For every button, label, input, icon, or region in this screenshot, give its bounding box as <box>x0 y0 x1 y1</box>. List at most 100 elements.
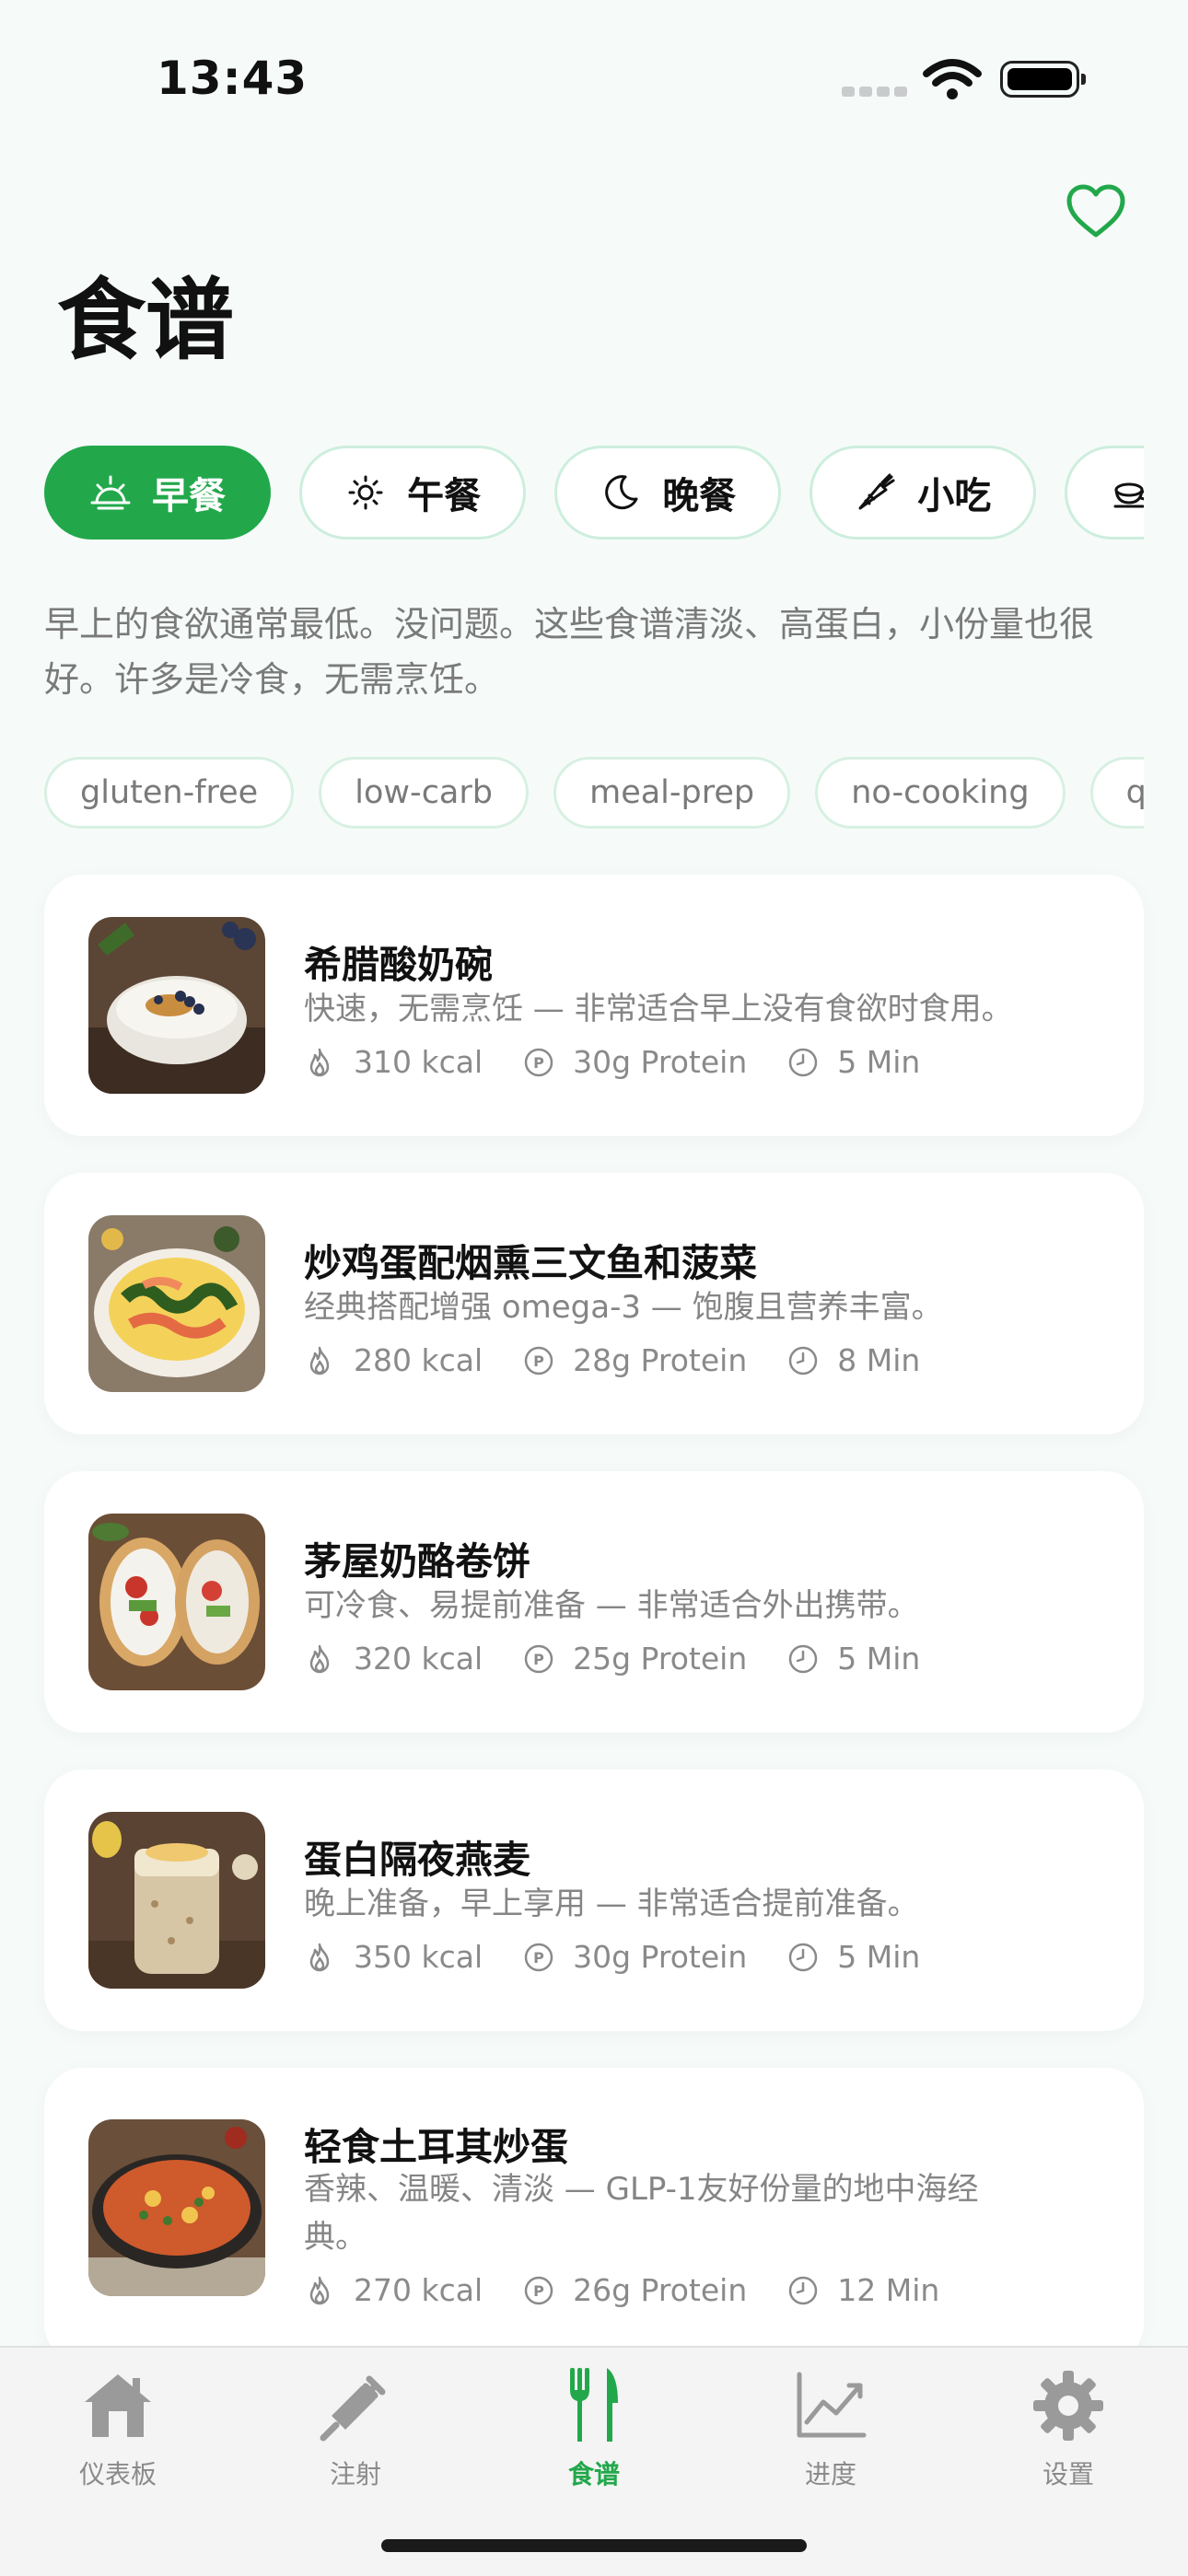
recipe-stats: 270 kcal P 26g Protein 12 Min <box>304 2272 980 2308</box>
recipe-title: 轻食土耳其炒蛋 <box>304 2125 568 2169</box>
flame-icon <box>304 1643 335 1675</box>
recipe-protein: 30g Protein <box>573 1939 748 1975</box>
recipe-image <box>88 917 265 1094</box>
recipe-time: 5 Min <box>837 1641 921 1677</box>
svg-text:P: P <box>533 2282 544 2300</box>
protein-icon: P <box>523 1643 554 1675</box>
recipe-kcal: 320 kcal <box>354 1641 483 1677</box>
wifi-icon <box>923 59 982 105</box>
page-title: 食谱 <box>57 269 234 372</box>
recipe-stats: 320 kcal P 25g Protein 5 Min <box>304 1641 961 1677</box>
meal-type-tabs: 早餐 午餐 晚餐 小吃 <box>44 446 1144 541</box>
recipe-title: 炒鸡蛋配烟熏三文鱼和菠菜 <box>304 1241 757 1285</box>
tab-label: 晚餐 <box>662 475 737 517</box>
tab-label: 食谱 <box>567 2459 620 2489</box>
tab-dinner[interactable]: 晚餐 <box>554 446 782 540</box>
category-description: 早上的食欲通常最低。没问题。这些食谱清淡、高蛋白，小份量也很好。许多是冷食，无需… <box>44 604 1095 700</box>
tag-low-carb[interactable]: low-carb <box>319 757 529 829</box>
tab-recipes[interactable]: 食谱 <box>502 2366 686 2491</box>
svg-text:P: P <box>533 1651 544 1668</box>
clock-icon <box>787 2275 819 2306</box>
recipe-kcal: 310 kcal <box>354 1044 483 1080</box>
tag-quick[interactable]: qu <box>1089 757 1144 829</box>
cellular-signal-icon <box>842 83 912 100</box>
chart-icon <box>739 2366 923 2445</box>
recipe-time: 5 Min <box>837 1939 921 1975</box>
protein-icon: P <box>523 2275 554 2306</box>
recipe-title: 蛋白隔夜燕麦 <box>304 1838 530 1882</box>
home-icon <box>26 2366 210 2445</box>
clock-icon <box>787 1047 819 1078</box>
gear-icon <box>976 2366 1160 2445</box>
tab-label: 进度 <box>804 2459 856 2489</box>
recipe-title: 希腊酸奶碗 <box>304 943 493 987</box>
clock-icon <box>787 1643 819 1675</box>
recipe-kcal: 270 kcal <box>354 2272 483 2308</box>
battery-icon <box>1000 61 1086 98</box>
tab-label: 午餐 <box>407 475 482 517</box>
recipe-image <box>88 1514 265 1690</box>
recipe-title: 茅屋奶酪卷饼 <box>304 1539 530 1584</box>
sun-icon <box>344 471 387 514</box>
recipe-protein: 30g Protein <box>573 1044 748 1080</box>
home-indicator <box>381 2539 807 2552</box>
clock-icon <box>787 1942 819 1973</box>
recipe-description: 经典搭配增强 omega-3 — 饱腹且营养丰富。 <box>304 1289 943 1326</box>
protein-icon: P <box>523 1345 554 1376</box>
moon-icon <box>600 471 642 514</box>
tag-no-cooking[interactable]: no-cooking <box>815 757 1066 829</box>
flame-icon <box>304 1942 335 1973</box>
recipe-time: 12 Min <box>837 2272 940 2308</box>
tag-meal-prep[interactable]: meal-prep <box>553 757 791 829</box>
tab-breakfast[interactable]: 早餐 <box>44 446 271 540</box>
sunrise-icon <box>89 471 132 514</box>
svg-text:P: P <box>533 1054 544 1072</box>
recipe-description: 香辣、温暖、清淡 — GLP-1友好份量的地中海经典。 <box>304 2171 979 2256</box>
recipe-card[interactable]: 茅屋奶酪卷饼 可冷食、易提前准备 — 非常适合外出携带。 320 kcal P 2… <box>44 1471 1144 1733</box>
protein-icon: P <box>523 1047 554 1078</box>
tab-drinks[interactable] <box>1065 446 1144 540</box>
recipe-card[interactable]: 蛋白隔夜燕麦 晚上准备，早上享用 — 非常适合提前准备。 350 kcal P3… <box>44 1770 1144 2031</box>
tab-settings[interactable]: 设置 <box>976 2366 1160 2491</box>
recipe-card[interactable]: 炒鸡蛋配烟熏三文鱼和菠菜 经典搭配增强 omega-3 — 饱腹且营养丰富。 2… <box>44 1173 1144 1434</box>
tab-progress[interactable]: 进度 <box>739 2366 923 2491</box>
tab-label: 仪表板 <box>78 2459 157 2489</box>
recipe-time: 8 Min <box>837 1342 921 1378</box>
recipe-description: 快速，无需烹饪 — 非常适合早上没有食欲时食用。 <box>304 991 1013 1027</box>
tab-injection[interactable]: 注射 <box>263 2366 448 2491</box>
svg-text:P: P <box>533 1949 544 1967</box>
tab-snack[interactable]: 小吃 <box>809 446 1037 540</box>
tab-label: 注射 <box>329 2459 381 2489</box>
status-bar: 13:43 <box>0 0 1188 147</box>
recipe-image <box>88 2119 265 2296</box>
fork-knife-icon <box>502 2366 686 2445</box>
tab-dashboard[interactable]: 仪表板 <box>26 2366 210 2491</box>
tab-label: 设置 <box>1042 2459 1094 2489</box>
carrot-icon <box>855 471 897 514</box>
flame-icon <box>304 1047 335 1078</box>
recipe-card[interactable]: 轻食土耳其炒蛋 香辣、温暖、清淡 — GLP-1友好份量的地中海经典。 270 … <box>44 2068 1144 2362</box>
syringe-icon <box>263 2366 448 2445</box>
cup-icon <box>1110 471 1144 514</box>
recipe-stats: 280 kcal P 28g Protein 8 Min <box>304 1342 961 1378</box>
recipe-card[interactable]: 希腊酸奶碗 快速，无需烹饪 — 非常适合早上没有食欲时食用。 310 kcal … <box>44 875 1144 1136</box>
flame-icon <box>304 2275 335 2306</box>
protein-icon: P <box>523 1942 554 1973</box>
recipe-protein: 26g Protein <box>573 2272 748 2308</box>
recipe-stats: 350 kcal P 30g Protein 5 Min <box>304 1939 961 1975</box>
recipe-protein: 25g Protein <box>573 1641 748 1677</box>
recipe-time: 5 Min <box>837 1044 921 1080</box>
recipe-protein: 28g Protein <box>573 1342 748 1378</box>
tab-label: 小吃 <box>917 475 992 517</box>
tag-gluten-free[interactable]: gluten-free <box>44 757 295 829</box>
flame-icon <box>304 1345 335 1376</box>
favorites-button[interactable] <box>1059 175 1133 249</box>
tag-filter-list: gluten-free low-carb meal-prep no-cookin… <box>44 757 1144 830</box>
tab-label: 早餐 <box>152 475 226 517</box>
recipe-image <box>88 1812 265 1989</box>
status-time: 13:43 <box>157 52 309 105</box>
svg-text:P: P <box>533 1352 544 1370</box>
recipe-description: 可冷食、易提前准备 — 非常适合外出携带。 <box>304 1587 919 1624</box>
clock-icon <box>787 1345 819 1376</box>
tab-lunch[interactable]: 午餐 <box>299 446 527 540</box>
